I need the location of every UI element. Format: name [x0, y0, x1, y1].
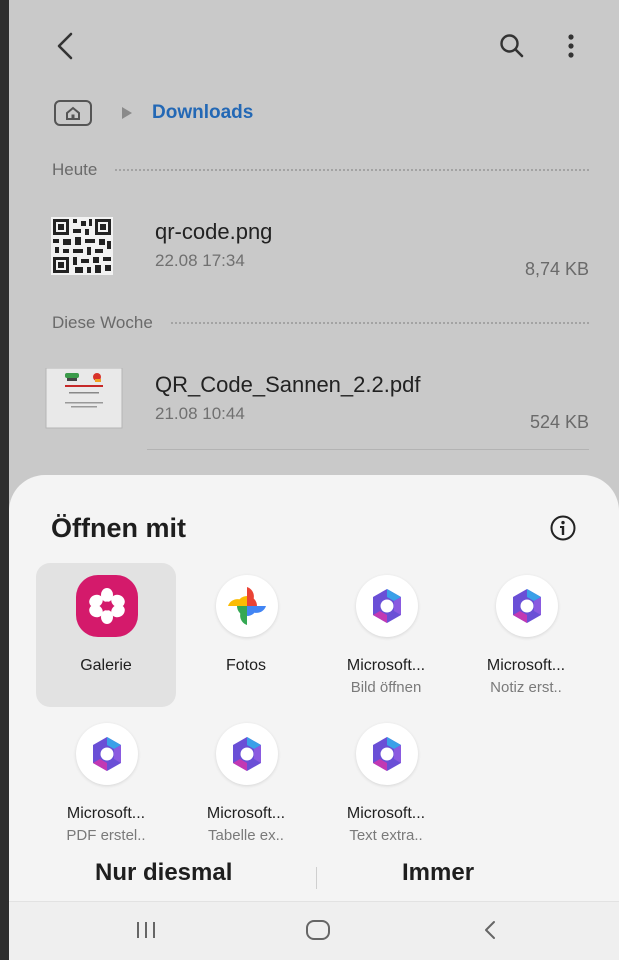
pdf-thumbnail: [45, 368, 123, 429]
gallery-icon: [76, 575, 138, 637]
device-bezel: [0, 0, 9, 960]
microsoft-365-icon: [216, 723, 278, 785]
app-action: Text extra..: [349, 827, 423, 844]
app-option-microsoft-bild[interactable]: Microsoft... Bild öffnen: [316, 563, 456, 707]
file-manager-screen: Downloads Heute qr-code.png 22.08 17:34 …: [9, 0, 619, 960]
section-divider: [115, 169, 589, 171]
app-option-microsoft-pdf[interactable]: Microsoft... PDF erstel..: [36, 711, 176, 855]
open-with-sheet: Öffnen mit Galerie Fotos Microsoft... Bi…: [9, 475, 619, 960]
microsoft-365-icon: [496, 575, 558, 637]
back-nav-button[interactable]: [465, 914, 515, 946]
search-button[interactable]: [495, 28, 529, 64]
breadcrumb-current[interactable]: Downloads: [152, 102, 253, 124]
section-header-this-week: Diese Woche: [52, 313, 589, 333]
info-icon[interactable]: [549, 514, 577, 542]
home-nav-button[interactable]: [293, 914, 343, 946]
file-name: QR_Code_Sannen_2.2.pdf: [155, 372, 421, 397]
just-once-button[interactable]: Nur diesmal: [95, 859, 232, 887]
system-nav-bar: [9, 901, 619, 960]
section-header-today: Heute: [52, 160, 589, 180]
app-action: Tabelle ex..: [208, 827, 284, 844]
file-size: 524 KB: [529, 412, 589, 432]
app-name: Microsoft...: [486, 657, 566, 674]
app-action: PDF erstel..: [66, 827, 146, 844]
qr-code-thumbnail: [51, 217, 113, 275]
app-name: Microsoft...: [206, 805, 286, 822]
microsoft-365-icon: [76, 723, 138, 785]
breadcrumb: Downloads: [54, 96, 253, 130]
file-date: 21.08 10:44: [155, 404, 245, 423]
app-option-fotos[interactable]: Fotos: [176, 563, 316, 707]
section-divider: [170, 322, 589, 324]
home-icon: [66, 106, 80, 120]
sheet-actions: Nur diesmal Immer: [9, 859, 619, 899]
google-photos-icon: [216, 575, 278, 637]
list-divider: [147, 449, 589, 450]
recent-apps-icon: [137, 922, 155, 938]
app-option-galerie[interactable]: Galerie: [36, 563, 176, 707]
app-name: Microsoft...: [66, 805, 146, 822]
file-name: qr-code.png: [155, 219, 273, 244]
breadcrumb-separator-icon: [122, 107, 132, 119]
always-button[interactable]: Immer: [402, 859, 474, 887]
app-option-microsoft-text[interactable]: Microsoft... Text extra..: [316, 711, 456, 855]
home-button[interactable]: [54, 100, 92, 126]
file-size: 8,74 KB: [524, 259, 589, 279]
microsoft-365-icon: [356, 575, 418, 637]
app-name: Microsoft...: [346, 805, 426, 822]
chevron-left-icon: [57, 32, 73, 60]
home-circle-icon: [306, 920, 330, 940]
app-action: Bild öffnen: [350, 679, 422, 696]
microsoft-365-icon: [356, 723, 418, 785]
app-name: Fotos: [225, 657, 266, 674]
sheet-title: Öffnen mit: [51, 513, 186, 543]
phone-screen: Downloads Heute qr-code.png 22.08 17:34 …: [0, 0, 619, 960]
app-name: Microsoft...: [346, 657, 426, 674]
file-row-qr-code[interactable]: qr-code.png 22.08 17:34 8,74 KB: [45, 215, 589, 285]
file-date: 22.08 17:34: [155, 251, 245, 270]
app-name: Galerie: [80, 657, 132, 674]
section-label: Heute: [52, 160, 98, 179]
app-action: Notiz erst..: [490, 679, 562, 696]
more-options-button[interactable]: [561, 28, 581, 64]
back-icon: [485, 921, 495, 939]
file-row-pdf[interactable]: QR_Code_Sannen_2.2.pdf 21.08 10:44 524 K…: [45, 368, 589, 438]
action-separator: [316, 867, 317, 889]
app-option-microsoft-tabelle[interactable]: Microsoft... Tabelle ex..: [176, 711, 316, 855]
search-icon: [500, 34, 524, 58]
recent-apps-button[interactable]: [121, 914, 171, 946]
section-label: Diese Woche: [52, 313, 153, 332]
app-option-microsoft-notiz[interactable]: Microsoft... Notiz erst..: [456, 563, 596, 707]
more-vertical-icon: [568, 34, 574, 58]
back-button[interactable]: [49, 28, 81, 64]
